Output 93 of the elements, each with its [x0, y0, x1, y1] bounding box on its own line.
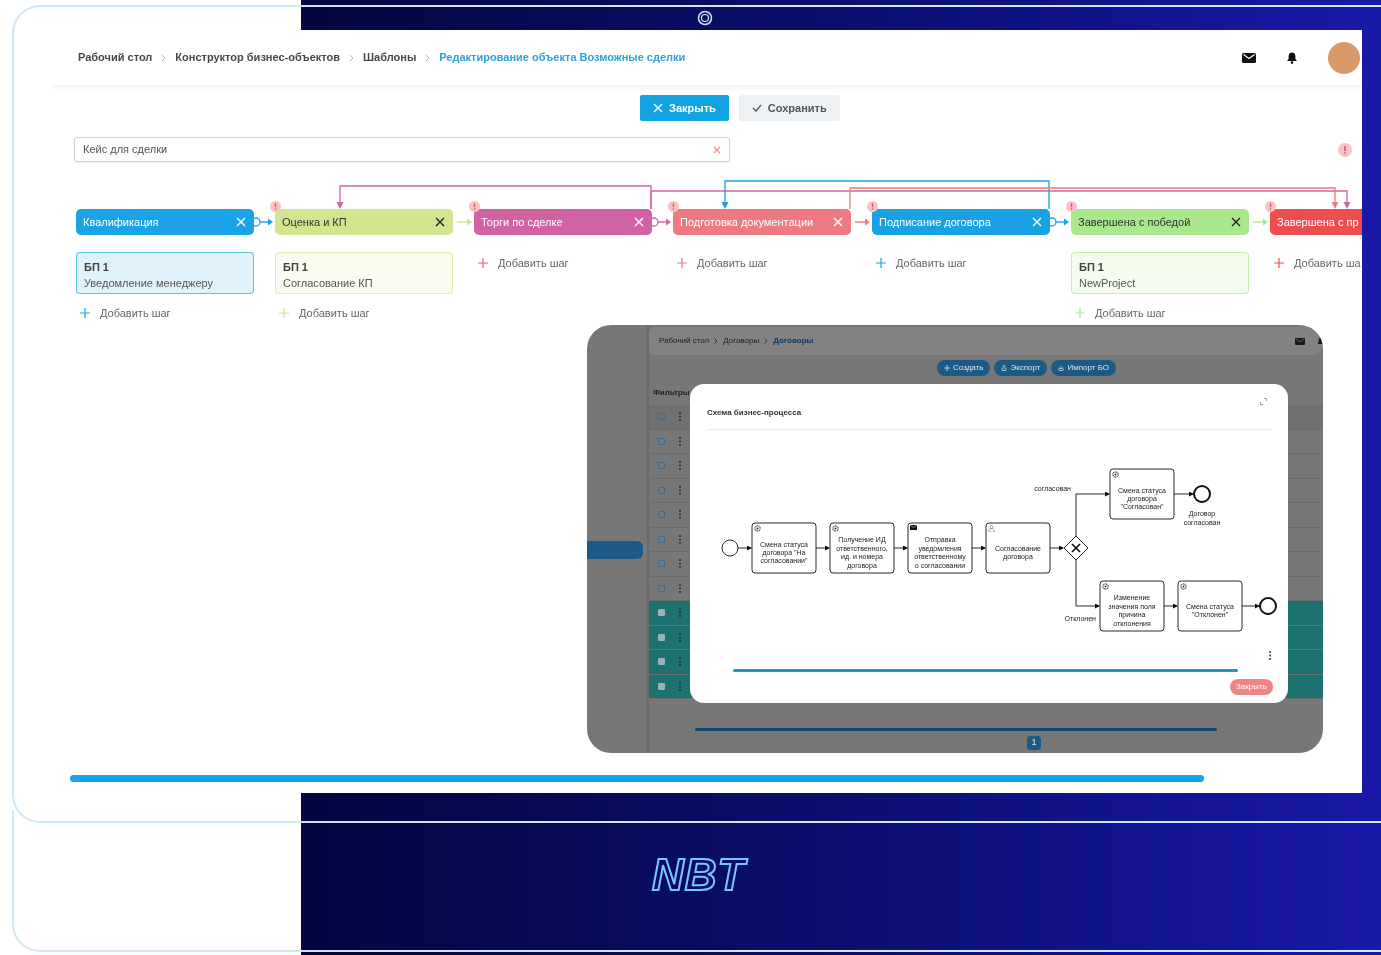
step-card[interactable]: БП 1 NewProject: [1071, 252, 1249, 294]
case-field[interactable]: Кейс для сделки: [74, 137, 730, 162]
step-card[interactable]: БП 1 Уведомление менеджеру: [76, 252, 254, 294]
breadcrumb-link[interactable]: Рабочий стол: [659, 335, 710, 347]
add-step-button[interactable]: Добавить шаг: [474, 255, 569, 272]
plus-icon: [944, 365, 950, 371]
check-icon: [751, 104, 762, 112]
user-icon: [988, 525, 995, 532]
end-event: [1259, 597, 1277, 615]
tray-arrow-icon: [1058, 365, 1065, 371]
end-event: [1193, 485, 1211, 503]
task-box: [1109, 468, 1175, 520]
chevron-icon: [764, 338, 769, 344]
step-title: БП 1: [283, 260, 309, 275]
task-box: [907, 522, 973, 574]
row-checkbox[interactable]: [658, 609, 665, 617]
gateway: [1063, 535, 1089, 561]
expand-icon[interactable]: [1260, 398, 1267, 405]
stage-tab[interactable]: Торги по сделке: [474, 209, 652, 235]
close-icon[interactable]: [435, 217, 445, 227]
horizontal-scrollbar[interactable]: [695, 728, 1217, 731]
task-box: [1099, 580, 1165, 632]
add-step-button[interactable]: Добавить шаг: [673, 255, 768, 272]
row-checkbox[interactable]: [658, 413, 665, 421]
step-title: БП 1: [1079, 260, 1105, 275]
plus-icon: [677, 258, 687, 269]
ring-icon: [697, 10, 713, 26]
save-button[interactable]: Сохранить: [738, 95, 840, 121]
gear-icon: [754, 525, 761, 532]
row-checkbox[interactable]: [658, 486, 665, 494]
modal-title: Схема бизнес-процесса: [707, 407, 802, 419]
add-step-button[interactable]: Добавить шаг: [275, 305, 370, 322]
row-checkbox[interactable]: [658, 658, 665, 666]
plus-icon: [876, 258, 886, 269]
step-name: NewProject: [1079, 276, 1137, 291]
step-title: БП 1: [84, 260, 110, 275]
breadcrumb-link[interactable]: Договоры: [723, 335, 760, 347]
mail-icon[interactable]: [1242, 52, 1256, 63]
row-checkbox[interactable]: [658, 560, 665, 568]
breadcrumb-link[interactable]: Конструктор бизнес-объектов: [175, 49, 340, 66]
task-box: [829, 522, 895, 574]
stage-tab[interactable]: Завершена с победой: [1071, 209, 1249, 235]
row-checkbox[interactable]: [658, 437, 665, 445]
filters-label: Фильтры: [653, 387, 690, 399]
import-button[interactable]: Импорт БО: [1051, 360, 1117, 376]
gear-icon: [1102, 583, 1109, 590]
plus-icon: [80, 308, 90, 319]
breadcrumb-link[interactable]: Шаблоны: [363, 49, 417, 66]
export-button[interactable]: Экспорт: [994, 360, 1048, 376]
chevron-icon: [714, 338, 719, 344]
horizontal-scrollbar[interactable]: [70, 775, 1204, 782]
close-icon[interactable]: [1231, 217, 1241, 227]
chevron-icon: [161, 53, 167, 62]
plus-icon: [478, 258, 488, 269]
row-checkbox[interactable]: [658, 535, 665, 543]
add-step-button[interactable]: Добавить шаг: [76, 305, 171, 322]
row-checkbox[interactable]: [658, 633, 665, 641]
plus-icon: [1274, 258, 1284, 269]
gear-icon: [832, 525, 839, 532]
stage-tab[interactable]: Оценка и КП: [275, 209, 453, 235]
chevron-icon: [425, 53, 431, 62]
row-checkbox[interactable]: [658, 511, 665, 519]
gear-icon: [1112, 471, 1119, 478]
stage-tab[interactable]: Завершена с пр: [1270, 209, 1362, 235]
chevron-icon: [349, 53, 354, 62]
add-step-button[interactable]: Добавить шаг: [1071, 305, 1166, 322]
task-box: [1177, 580, 1243, 632]
breadcrumb-link[interactable]: Рабочий стол: [78, 49, 153, 66]
step-card[interactable]: БП 1 Согласование КП: [275, 252, 453, 294]
start-event: [721, 539, 739, 557]
row-checkbox[interactable]: [658, 682, 665, 690]
step-name: Уведомление менеджеру: [84, 276, 214, 291]
plus-icon: [1075, 308, 1085, 319]
close-icon: [653, 103, 663, 113]
avatar[interactable]: [1328, 41, 1360, 74]
create-button[interactable]: Создать: [937, 360, 991, 376]
gear-icon: [1180, 583, 1187, 590]
plus-icon: [279, 308, 289, 319]
step-name: Согласование КП: [283, 276, 374, 291]
horizontal-scrollbar[interactable]: [733, 669, 1238, 672]
clear-icon[interactable]: [713, 145, 721, 154]
bell-icon[interactable]: [1317, 336, 1323, 346]
task-box: [751, 522, 817, 574]
task-box: [985, 522, 1051, 574]
page-button[interactable]: 1: [1027, 736, 1041, 750]
tray-arrow-icon: [1001, 365, 1008, 371]
row-checkbox[interactable]: [658, 462, 665, 470]
warning-icon: [1338, 142, 1352, 157]
add-step-button[interactable]: Добавить ша: [1270, 255, 1361, 272]
add-step-button[interactable]: Добавить шаг: [872, 255, 967, 272]
row-checkbox[interactable]: [658, 584, 665, 592]
envelope-icon: [910, 525, 917, 530]
bell-icon[interactable]: [1286, 51, 1298, 64]
